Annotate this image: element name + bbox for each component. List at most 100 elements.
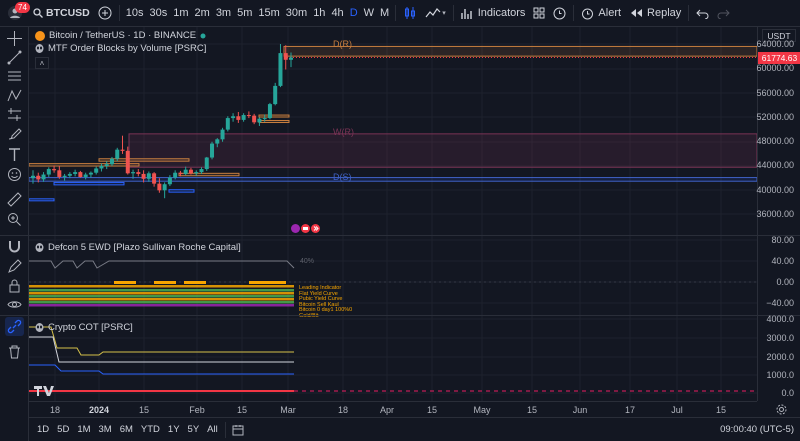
templates-button[interactable] [529, 0, 549, 27]
link-icon [7, 319, 22, 334]
pane-divider[interactable] [0, 235, 800, 236]
tradingview-logo[interactable] [34, 384, 54, 399]
emoji-tool[interactable] [5, 165, 24, 184]
indicators-icon [461, 7, 474, 20]
indicators-button[interactable]: Indicators [457, 0, 530, 27]
measure-tool[interactable] [5, 190, 24, 209]
interval-D[interactable]: D [347, 0, 361, 27]
compare-symbol-button[interactable] [94, 0, 116, 27]
chart-settings-button[interactable] [771, 401, 791, 417]
magnet-tool[interactable] [5, 237, 24, 256]
interval-5m[interactable]: 5m [234, 0, 255, 27]
brush-tool[interactable] [5, 124, 24, 143]
candle-body [194, 172, 199, 174]
candle-body [88, 172, 93, 175]
strategy-button[interactable] [549, 0, 570, 27]
interval-M[interactable]: M [377, 0, 392, 27]
menu-button[interactable]: 74 [0, 0, 30, 27]
event-markers[interactable] [291, 224, 320, 233]
calendar-range-button[interactable] [232, 424, 244, 436]
cot-series-3 [29, 364, 294, 375]
bottom-toolbar: 1D 5D 1M 3M 6M YTD 1Y 5Y All 09:00:40 (UTC-5) [29, 417, 800, 441]
interval-10s[interactable]: 10s [123, 0, 147, 27]
pattern-tool[interactable] [5, 86, 24, 105]
notification-badge: 74 [15, 1, 30, 13]
trend-line-tool[interactable] [5, 48, 24, 67]
symbol-search[interactable]: BTCUSD [29, 0, 94, 27]
candle-body [141, 173, 146, 179]
interval-W[interactable]: W [361, 0, 377, 27]
candle-body [188, 169, 193, 174]
range-buttons: 1D 5D 1M 3M 6M YTD 1Y 5Y All [33, 424, 222, 435]
fib-tool[interactable] [5, 67, 24, 86]
chevron-up-icon: ˄ [35, 57, 49, 69]
lock-drawings-tool[interactable] [5, 276, 24, 295]
bitcoin-logo-icon [35, 30, 45, 41]
candle-body [146, 173, 151, 179]
chart-area[interactable]: Bitcoin / TetherUS · 1D · BINANCE MTF Or… [28, 27, 758, 401]
candle-body [62, 175, 67, 177]
defcon-legend[interactable]: Defcon 5 EWD [Plazo Sullivan Roche Capit… [35, 242, 241, 253]
cot-plot [29, 326, 757, 392]
main-series-legend[interactable]: Bitcoin / TetherUS · 1D · BINANCE [35, 30, 206, 41]
interval-1m[interactable]: 1m [170, 0, 191, 27]
clock-display[interactable]: 09:00:40 (UTC-5) [720, 424, 794, 435]
interval-15m[interactable]: 15m [255, 0, 282, 27]
interval-3m[interactable]: 3m [213, 0, 234, 27]
range-6m[interactable]: 6M [116, 424, 137, 435]
alert-label: Alert [598, 7, 622, 19]
divider [395, 5, 397, 21]
price-scale[interactable]: USDT 64000.00 60000.00 56000.00 52000.00 480… [756, 27, 800, 401]
ruler-icon [7, 192, 22, 207]
crosshair-tool[interactable] [5, 29, 24, 48]
candle-body [115, 149, 120, 159]
range-3m[interactable]: 3M [95, 424, 116, 435]
forecast-tool[interactable] [5, 105, 24, 124]
hide-drawings-tool[interactable] [5, 295, 24, 314]
alert-button[interactable]: Alert [577, 0, 625, 27]
stay-in-drawing-tool[interactable] [5, 257, 24, 276]
candle-body [236, 116, 241, 120]
zoom-tool[interactable] [5, 210, 24, 229]
divider [224, 421, 226, 438]
delete-drawings-tool[interactable] [5, 342, 24, 361]
defcon-value-label: 40% [300, 258, 315, 265]
cot-legend[interactable]: Crypto COT [PSRC] [35, 322, 133, 333]
interval-30s[interactable]: 30s [147, 0, 171, 27]
interval-group: 10s 30s 1m 2m 3m 5m 15m 30m 1h 4h D W M [123, 0, 392, 27]
text-tool[interactable] [5, 145, 24, 164]
range-1y[interactable]: 1Y [164, 424, 184, 435]
redo-button[interactable] [713, 0, 734, 27]
chevron-down-icon: ▾ [442, 10, 446, 17]
range-5d[interactable]: 5D [53, 424, 73, 435]
sync-drawings-tool[interactable] [5, 317, 24, 336]
interval-30m[interactable]: 30m [283, 0, 310, 27]
line-style-button[interactable]: ▾ [421, 0, 450, 27]
range-all[interactable]: All [203, 424, 222, 435]
candle-body [67, 173, 72, 176]
interval-2m[interactable]: 2m [192, 0, 213, 27]
range-1d[interactable]: 1D [33, 424, 53, 435]
series-title: Bitcoin / TetherUS · 1D · BINANCE [49, 30, 197, 41]
candle-body [157, 183, 162, 191]
pattern-icon [7, 88, 22, 103]
order-blocks [28, 45, 758, 202]
chart-canvas[interactable] [28, 27, 758, 401]
collapse-legend-button[interactable]: ˄ [35, 57, 49, 69]
range-5y[interactable]: 5Y [184, 424, 204, 435]
undo-button[interactable] [692, 0, 713, 27]
replay-button[interactable]: Replay [625, 0, 685, 27]
price-tick: 40.00 [771, 256, 794, 266]
pane-divider[interactable] [0, 315, 800, 316]
range-ytd[interactable]: YTD [137, 424, 164, 435]
defcon-row-band [29, 304, 294, 307]
range-1m[interactable]: 1M [73, 424, 94, 435]
interval-1h[interactable]: 1h [310, 0, 328, 27]
interval-4h[interactable]: 4h [328, 0, 346, 27]
time-tick: 2024 [88, 405, 110, 415]
time-axis[interactable]: 18 2024 15 Feb 15 Mar 18 Apr 15 May 15 Jun 17 Jul 15 [29, 401, 757, 417]
candle-body [41, 174, 46, 180]
indicator-legend[interactable]: MTF Order Blocks by Volume [PSRC] [35, 43, 206, 54]
candle-body [289, 57, 293, 60]
bar-style-button[interactable] [399, 0, 421, 27]
